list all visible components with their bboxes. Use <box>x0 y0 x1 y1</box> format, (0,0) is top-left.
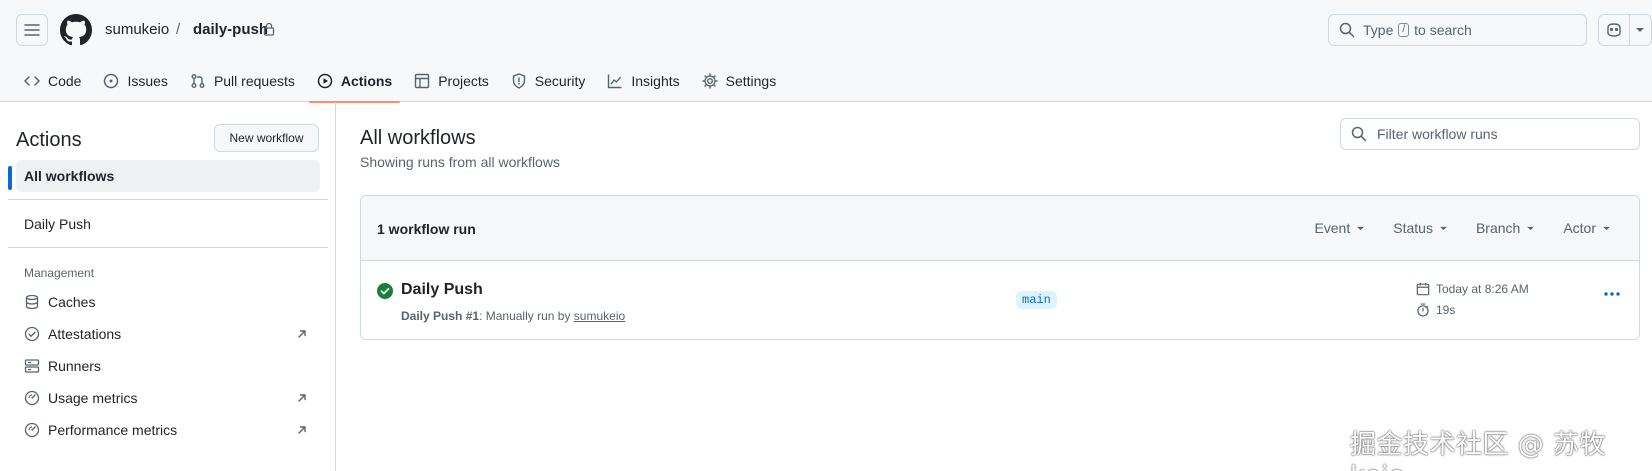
meter-icon <box>24 422 40 438</box>
table-row[interactable]: Daily Push Daily Push #1: Manually run b… <box>361 261 1639 339</box>
filter-placeholder: Filter workflow runs <box>1377 126 1498 142</box>
sidebar-divider <box>8 247 328 248</box>
github-logo-icon[interactable] <box>60 14 92 46</box>
sidebar-item-workflow[interactable]: Daily Push <box>16 208 320 240</box>
tab-pull-requests[interactable]: Pull requests <box>182 60 303 102</box>
branch-filter[interactable]: Branch <box>1476 220 1535 236</box>
triangle-down-icon <box>1357 226 1365 230</box>
table-icon <box>415 73 430 89</box>
status-filter[interactable]: Status <box>1393 220 1448 236</box>
breadcrumb-repo[interactable]: daily-push <box>193 21 268 39</box>
app-header: sumukeio / daily-push Type / to search C… <box>0 0 1652 103</box>
copilot-icon <box>1607 23 1621 37</box>
sidebar-title: Actions <box>16 129 82 151</box>
search-shortcut-key: / <box>1398 23 1410 37</box>
tab-actions[interactable]: Actions <box>308 60 401 103</box>
tab-security[interactable]: Security <box>503 60 594 102</box>
server-icon <box>24 359 40 373</box>
page-subtitle: Showing runs from all workflows <box>360 154 560 170</box>
run-meta: Daily Push #1: Manually run by sumukeio <box>401 309 625 323</box>
link-external-icon <box>298 426 306 434</box>
management-label: Management <box>24 266 95 280</box>
workflow-runs-list: 1 workflow run Event Status Branch Actor… <box>360 195 1640 340</box>
new-workflow-button[interactable]: New workflow <box>214 124 319 152</box>
check-circle-fill-icon <box>377 283 393 299</box>
kebab-horizontal-icon[interactable] <box>1603 291 1621 297</box>
tab-issues[interactable]: Issues <box>95 60 175 102</box>
search-icon <box>1351 126 1367 142</box>
sidebar-item-attestations[interactable]: Attestations <box>16 318 320 350</box>
sidebar-item-runners[interactable]: Runners <box>16 350 320 382</box>
filter-workflow-runs-input[interactable]: Filter workflow runs <box>1340 118 1640 150</box>
watermark: 掘金技术社区 @ 苏牧keio <box>1350 430 1607 471</box>
code-icon <box>24 76 40 86</box>
actions-sidebar: Actions New workflow All workflows Daily… <box>0 102 336 471</box>
triangle-down-icon <box>1527 226 1535 230</box>
stopwatch-icon <box>1417 303 1429 317</box>
sidebar-item-all-workflows[interactable]: All workflows <box>8 160 320 192</box>
sidebar-item-caches[interactable]: Caches <box>16 286 320 318</box>
run-filters: Event Status Branch Actor <box>1286 220 1611 236</box>
play-icon <box>317 73 333 89</box>
event-filter[interactable]: Event <box>1314 220 1365 236</box>
run-duration: 19s <box>1416 303 1455 317</box>
triangle-down-icon <box>1636 28 1645 32</box>
link-external-icon <box>298 330 306 338</box>
link-external-icon <box>298 394 306 402</box>
lock-icon <box>263 22 275 36</box>
triangle-down-icon <box>1440 226 1447 230</box>
tab-settings[interactable]: Settings <box>694 60 785 102</box>
calendar-icon <box>1416 282 1430 296</box>
run-actor-link[interactable]: sumukeio <box>574 309 625 323</box>
tab-code[interactable]: Code <box>16 60 89 102</box>
run-count: 1 workflow run <box>377 221 476 237</box>
breadcrumb-separator: / <box>176 21 181 38</box>
tab-projects[interactable]: Projects <box>406 60 497 102</box>
runs-list-header: 1 workflow run Event Status Branch Actor <box>361 196 1639 261</box>
actor-filter[interactable]: Actor <box>1563 220 1611 236</box>
verified-icon <box>24 326 40 342</box>
database-icon <box>25 294 39 310</box>
run-workflow-name: Daily Push <box>401 309 463 323</box>
page-title: All workflows <box>360 127 476 149</box>
search-input[interactable]: Type / to search <box>1328 14 1587 46</box>
search-icon <box>1339 22 1355 38</box>
copilot-button[interactable] <box>1598 14 1652 46</box>
tab-insights[interactable]: Insights <box>599 60 687 102</box>
menu-button[interactable] <box>16 14 48 46</box>
run-trigger: : Manually run by <box>479 309 571 323</box>
repo-tabs: Code Issues Pull requests Actions Projec… <box>16 60 790 103</box>
search-suffix: to search <box>1414 22 1472 38</box>
sidebar-divider <box>8 199 328 200</box>
branch-label[interactable]: main <box>1016 291 1057 309</box>
git-pull-request-icon <box>191 74 205 88</box>
meter-icon <box>24 390 40 406</box>
run-number: #1 <box>465 309 480 323</box>
search-prefix: Type <box>1363 22 1394 38</box>
run-time: Today at 8:26 AM <box>1416 282 1529 296</box>
issue-opened-icon <box>104 73 119 89</box>
sidebar-item-usage-metrics[interactable]: Usage metrics <box>16 382 320 414</box>
triangle-down-icon <box>1603 226 1610 230</box>
shield-icon <box>512 73 525 89</box>
breadcrumb-owner[interactable]: sumukeio <box>105 21 169 39</box>
graph-icon <box>608 74 622 89</box>
gear-icon <box>701 73 718 89</box>
sidebar-item-performance-metrics[interactable]: Performance metrics <box>16 414 320 446</box>
run-title-link[interactable]: Daily Push <box>401 281 483 299</box>
hamburger-icon <box>24 24 40 36</box>
